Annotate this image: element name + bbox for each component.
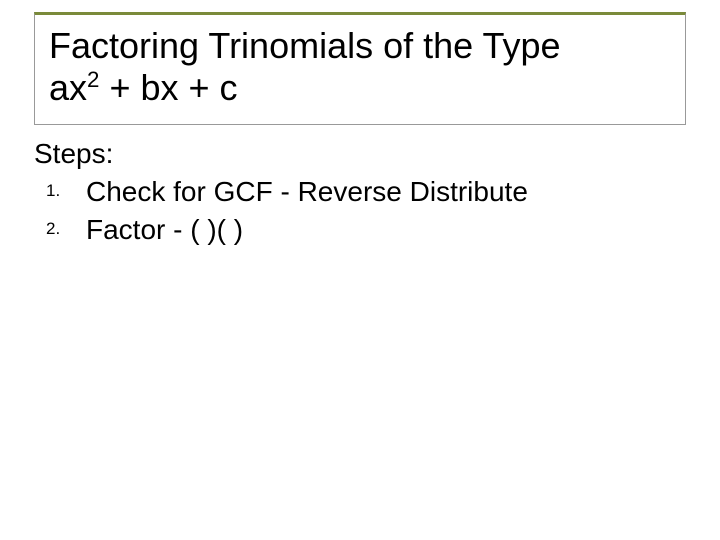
title-expr-exponent: 2	[87, 67, 99, 92]
slide: Factoring Trinomials of the Type ax2 + b…	[0, 0, 720, 540]
steps-heading: Steps:	[34, 136, 686, 171]
title-expr-rest: + bx + c	[99, 67, 237, 108]
title-line-1: Factoring Trinomials of the Type	[49, 25, 675, 67]
title-expr-a: ax	[49, 67, 87, 108]
list-item: Factor - ( )( )	[86, 211, 686, 249]
title-line-2: ax2 + bx + c	[49, 67, 675, 109]
list-item: Check for GCF - Reverse Distribute	[86, 173, 686, 211]
title-box: Factoring Trinomials of the Type ax2 + b…	[34, 12, 686, 125]
steps-list: Check for GCF - Reverse Distribute Facto…	[34, 173, 686, 249]
body-box: Steps: Check for GCF - Reverse Distribut…	[34, 136, 686, 249]
